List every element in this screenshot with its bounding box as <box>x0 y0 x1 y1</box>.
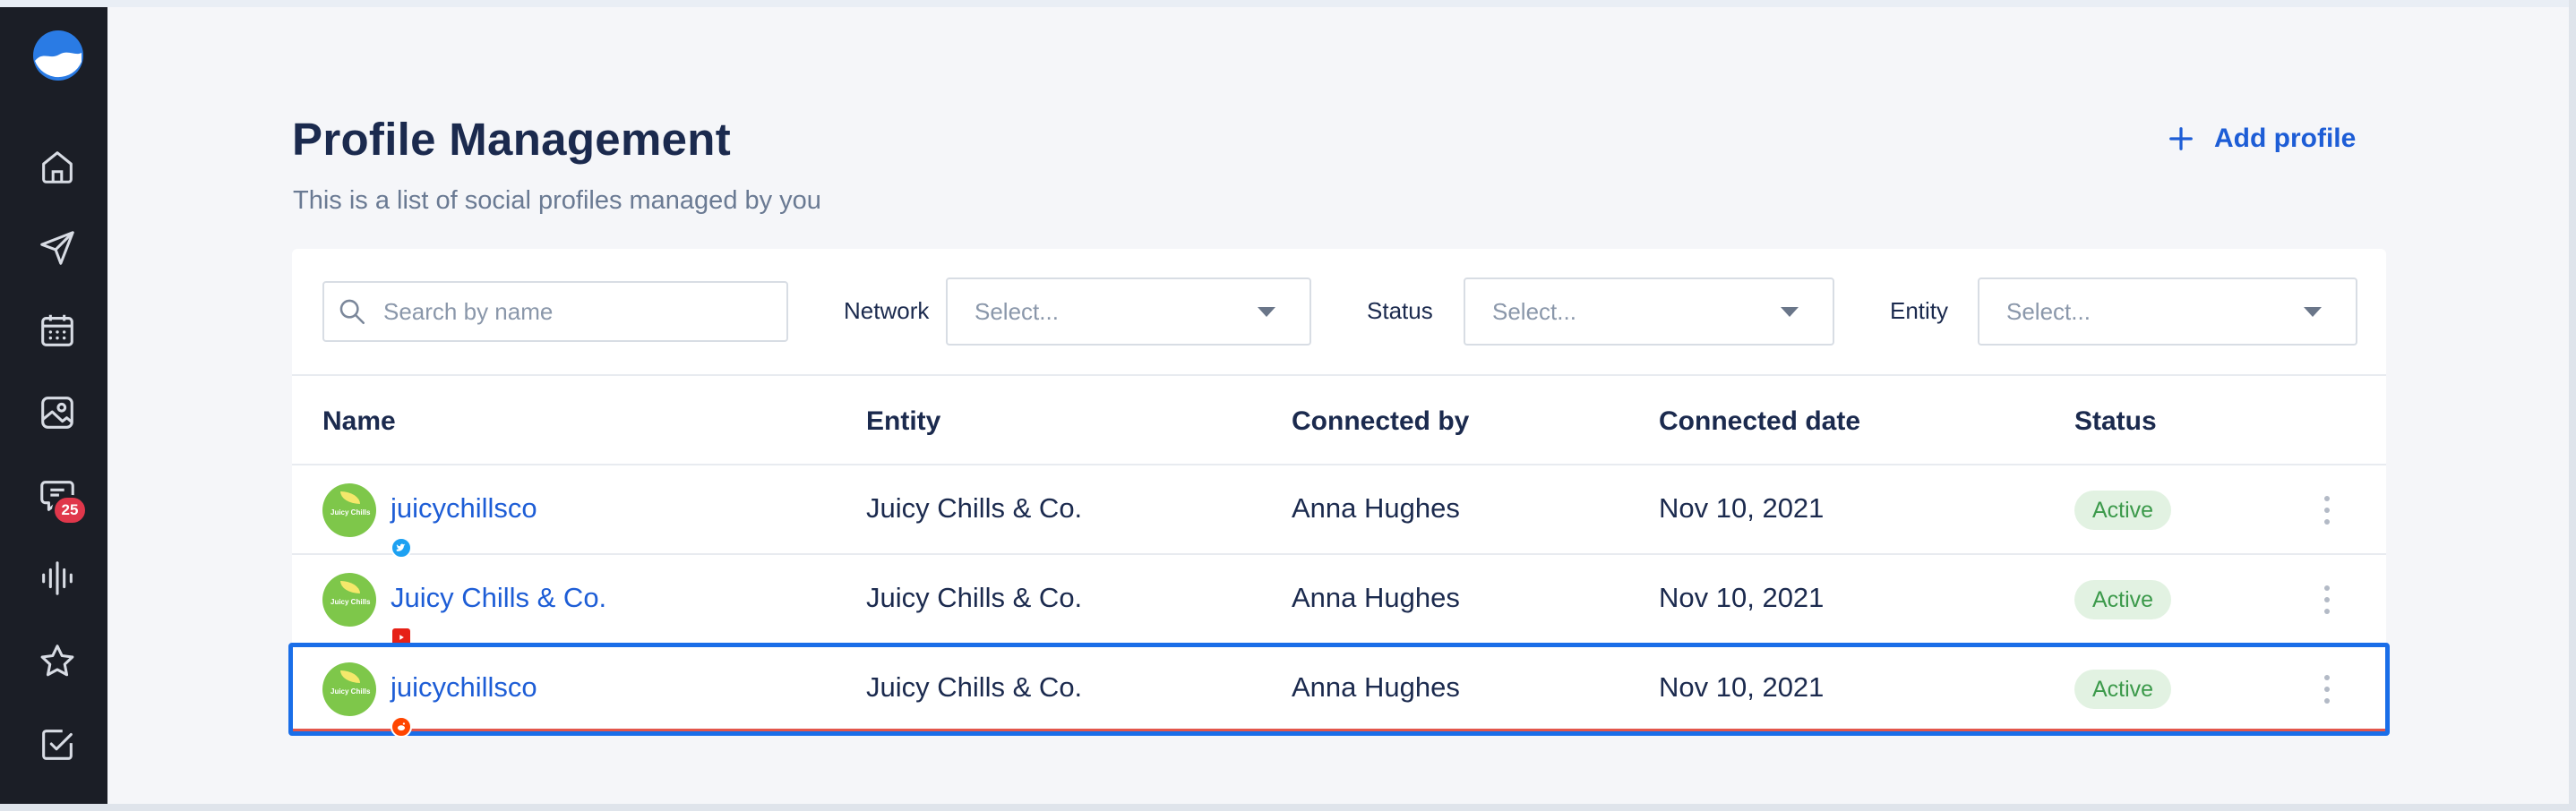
sidebar-item-media[interactable] <box>32 388 82 438</box>
page-subtitle: This is a list of social profiles manage… <box>293 186 821 215</box>
status-select-value: Select... <box>1492 297 1576 325</box>
table-header: Name Entity Connected by Connected date … <box>292 376 2386 465</box>
avatar-leaf <box>340 581 360 593</box>
column-header-entity[interactable]: Entity <box>866 406 940 437</box>
listening-icon <box>42 561 73 595</box>
network-select-value: Select... <box>975 297 1059 325</box>
network-filter-label: Network <box>844 297 930 324</box>
table-row[interactable]: Juicy Chills juicychillsco Juicy Chills … <box>292 465 2386 559</box>
sidebar-item-calendar[interactable] <box>32 305 82 355</box>
connected-date-cell: Nov 10, 2021 <box>1659 492 1825 524</box>
search-input[interactable]: Search by name <box>322 281 788 342</box>
entity-filter-label: Entity <box>1890 297 1949 324</box>
status-filter-label: Status <box>1367 297 1433 324</box>
table-row-selected[interactable]: Juicy Chills juicychillsco Juicy Chills … <box>288 643 2390 738</box>
chevron-down-icon <box>1258 306 1275 317</box>
plus-icon <box>2169 127 2193 150</box>
connected-by-cell: Anna Hughes <box>1292 582 1460 613</box>
column-header-status[interactable]: Status <box>2074 406 2157 437</box>
filter-bar: Search by name Network Select... Status … <box>292 249 2386 376</box>
entity-cell: Juicy Chills & Co. <box>866 492 1083 524</box>
network-select[interactable]: Select... <box>946 277 1311 346</box>
row-menu-icon[interactable] <box>2318 584 2336 616</box>
profiles-card: Search by name Network Select... Status … <box>288 249 2390 738</box>
connected-by-cell: Anna Hughes <box>1292 671 1460 703</box>
send-icon <box>40 231 74 265</box>
profile-avatar: Juicy Chills <box>322 483 412 559</box>
avatar-leaf <box>340 491 360 504</box>
sidebar-item-home[interactable] <box>32 141 82 192</box>
reddit-icon <box>391 716 412 738</box>
status-badge: Active <box>2074 580 2172 619</box>
profile-name-link[interactable]: juicychillsco <box>391 671 537 704</box>
column-header-connected-by[interactable]: Connected by <box>1292 406 1469 437</box>
profile-avatar: Juicy Chills <box>322 573 412 648</box>
add-profile-button[interactable]: Add profile <box>2168 124 2356 154</box>
chevron-down-icon <box>2304 306 2322 317</box>
sidebar: 25 <box>0 7 107 804</box>
inbox-count-badge: 25 <box>52 495 88 525</box>
entity-cell: Juicy Chills & Co. <box>866 671 1083 703</box>
sidebar-item-favorites[interactable] <box>32 636 82 687</box>
home-icon <box>42 151 73 184</box>
window-frame-top <box>0 0 2576 7</box>
status-select[interactable]: Select... <box>1464 277 1834 346</box>
profile-avatar: Juicy Chills <box>322 662 412 738</box>
image-icon <box>41 397 73 429</box>
status-badge: Active <box>2074 491 2172 530</box>
app-logo[interactable] <box>32 30 84 81</box>
sidebar-item-tasks[interactable] <box>32 720 82 770</box>
profile-name-link[interactable]: Juicy Chills & Co. <box>391 582 606 614</box>
status-badge: Active <box>2074 670 2172 709</box>
table-row[interactable]: Juicy Chills Juicy Chills & Co. Juicy Ch… <box>292 555 2386 648</box>
add-profile-label: Add profile <box>2214 124 2357 153</box>
window-frame-right <box>2569 0 2576 811</box>
avatar-leaf <box>340 670 360 683</box>
entity-cell: Juicy Chills & Co. <box>866 582 1083 613</box>
row-menu-icon[interactable] <box>2318 494 2336 526</box>
profile-name-link[interactable]: juicychillsco <box>391 492 537 525</box>
connected-date-cell: Nov 10, 2021 <box>1659 582 1825 613</box>
chevron-down-icon <box>1781 306 1799 317</box>
search-placeholder: Search by name <box>383 297 554 325</box>
entity-select[interactable]: Select... <box>1978 277 2357 346</box>
sidebar-item-publish[interactable] <box>32 223 82 273</box>
star-icon <box>40 645 74 677</box>
window-frame-bottom <box>0 804 2576 811</box>
column-header-name[interactable]: Name <box>322 406 396 437</box>
row-menu-icon[interactable] <box>2318 673 2336 705</box>
avatar-text: Juicy Chills <box>331 687 371 696</box>
avatar-text: Juicy Chills <box>331 598 371 606</box>
calendar-icon <box>41 314 73 346</box>
connected-date-cell: Nov 10, 2021 <box>1659 671 1825 703</box>
page-title: Profile Management <box>292 114 731 165</box>
sidebar-item-listening[interactable] <box>32 553 82 603</box>
entity-select-value: Select... <box>2006 297 2091 325</box>
column-header-connected-date[interactable]: Connected date <box>1659 406 1860 437</box>
search-icon <box>339 299 365 325</box>
checkbox-icon <box>42 730 73 760</box>
connected-by-cell: Anna Hughes <box>1292 492 1460 524</box>
avatar-text: Juicy Chills <box>331 508 371 516</box>
